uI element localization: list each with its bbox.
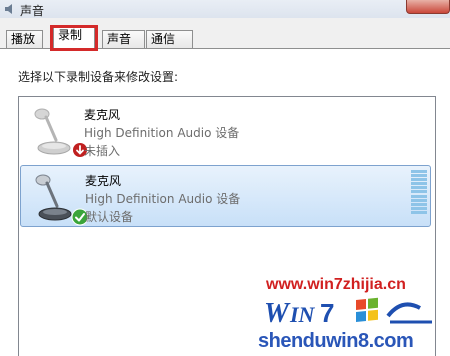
device-list[interactable]: 麦克风 High Definition Audio 设备 未插入 麦克风 Hig… — [18, 96, 436, 356]
title-bar: 声音 — [0, 0, 450, 18]
speaker-icon — [5, 4, 12, 14]
device-name: 麦克风 — [84, 108, 121, 122]
device-item-unplugged[interactable]: 麦克风 High Definition Audio 设备 未插入 — [20, 100, 431, 162]
tab-strip: 播放 录制 声音 通信 — [0, 25, 450, 51]
device-status: 默认设备 — [85, 210, 134, 224]
tab-communications[interactable]: 通信 — [146, 30, 193, 49]
instruction-text: 选择以下录制设备来修改设置: — [18, 70, 179, 84]
device-status: 未插入 — [84, 144, 121, 158]
recording-panel: 选择以下录制设备来修改设置: 麦克风 High Definition Audio… — [0, 48, 450, 356]
close-button[interactable] — [406, 0, 450, 14]
device-driver: High Definition Audio 设备 — [84, 126, 240, 140]
tab-playback[interactable]: 播放 — [6, 30, 43, 49]
tab-sounds[interactable]: 声音 — [102, 30, 145, 49]
microphone-icon — [34, 108, 71, 155]
device-name: 麦克风 — [85, 174, 122, 188]
device-driver: High Definition Audio 设备 — [85, 192, 241, 206]
tab-recording[interactable]: 录制 — [53, 26, 95, 50]
level-meter — [411, 170, 427, 214]
window-title: 声音 — [20, 4, 45, 18]
device-item-default[interactable]: 麦克风 High Definition Audio 设备 默认设备 — [20, 165, 431, 227]
